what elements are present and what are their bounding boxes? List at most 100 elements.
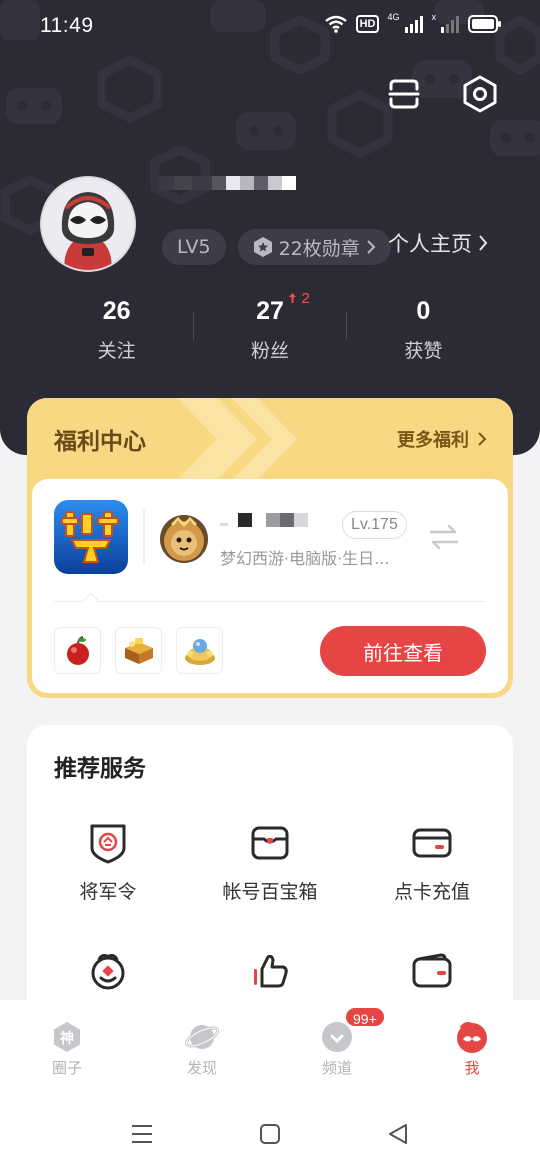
- stat-fans[interactable]: 27 2 粉丝: [193, 290, 346, 363]
- user-name-redacted: [158, 176, 296, 190]
- profile-header: 11:49 HD 4G x LV5 22枚勋章 个人主页 26 关注 27 2 …: [0, 0, 540, 455]
- user-avatar[interactable]: [40, 176, 136, 272]
- golden-treasure-icon: [184, 638, 215, 665]
- svg-text:神: 神: [60, 1030, 74, 1047]
- thumbs-up-icon: [254, 954, 288, 988]
- role-description: 梦幻西游·电脑版·生日...: [220, 549, 390, 568]
- game-role-panel: Lv.175 梦幻西游·电脑版·生日... 前往查看: [32, 479, 508, 693]
- service-thumbs-up[interactable]: [189, 949, 351, 993]
- service-treasure-box[interactable]: 帐号百宝箱: [189, 821, 351, 904]
- fans-count: 27: [256, 297, 284, 325]
- level-badge: LV5: [162, 229, 226, 265]
- settings-hexagon-icon: [463, 75, 497, 113]
- stat-following[interactable]: 26 关注: [40, 290, 193, 363]
- card-recharge-icon: [412, 828, 452, 858]
- tab-me[interactable]: 我: [432, 1020, 512, 1078]
- wifi-icon: [324, 15, 347, 33]
- service-wallet[interactable]: [351, 949, 513, 993]
- treasure-chest-icon: [124, 637, 153, 664]
- panel-divider: [54, 601, 486, 602]
- user-badges: LV5 22枚勋章: [162, 229, 391, 265]
- red-apple-icon: [66, 635, 89, 665]
- signal-weak-icon: [441, 16, 459, 33]
- system-navigation-bar: [0, 1100, 540, 1170]
- role-name-redacted: [220, 513, 308, 527]
- service-general-token[interactable]: 将军令: [27, 821, 189, 904]
- service-label: 将军令: [79, 881, 137, 903]
- service-label: 点卡充值: [393, 881, 470, 903]
- tab-discover[interactable]: 发现: [162, 1020, 242, 1078]
- service-card-recharge[interactable]: 点卡充值: [351, 821, 513, 904]
- bottom-tab-bar: 神 圈子 发现 频道 我: [0, 1000, 540, 1100]
- stat-likes[interactable]: 0 获赞: [347, 290, 500, 363]
- level-label: LV5: [177, 236, 211, 258]
- services-title: 推荐服务: [54, 756, 146, 782]
- chevron-right-icon: [367, 240, 376, 254]
- user-stats: 26 关注 27 2 粉丝 0 获赞: [40, 290, 500, 363]
- stat-divider: [193, 312, 194, 340]
- circle-icon: 神: [54, 1022, 80, 1052]
- game-divider: [143, 509, 145, 565]
- status-bar: 11:49 HD 4G x: [0, 0, 540, 54]
- sim2-status-label: x: [431, 12, 437, 22]
- stat-divider: [346, 312, 347, 340]
- chevron-right-icon: [479, 235, 488, 251]
- scan-icon: [388, 79, 420, 109]
- back-icon[interactable]: [386, 1122, 410, 1146]
- arrow-up-icon: [289, 293, 297, 303]
- likes-label: 获赞: [404, 340, 443, 362]
- dream-game-logo-icon: [54, 500, 128, 574]
- header-actions: [386, 74, 498, 114]
- lion-character-icon: [160, 515, 208, 563]
- medals-button[interactable]: 22枚勋章: [237, 229, 391, 265]
- following-count: 26: [102, 297, 131, 325]
- following-label: 关注: [97, 340, 136, 362]
- masked-character-avatar: [42, 178, 134, 270]
- switch-role-button[interactable]: [428, 523, 460, 555]
- more-welfare-label: 更多福利: [397, 430, 469, 451]
- tab-label: 我: [464, 1059, 480, 1077]
- tab-label: 发现: [186, 1059, 217, 1077]
- channel-unread-badge: 99+: [344, 1006, 386, 1028]
- settings-button[interactable]: [462, 74, 498, 114]
- service-label: 帐号百宝箱: [222, 881, 318, 903]
- swap-arrows-icon: [429, 524, 459, 550]
- general-token-icon: [90, 824, 126, 864]
- home-icon[interactable]: [258, 1122, 282, 1146]
- treasure-box-icon: [251, 826, 289, 860]
- hd-voice-icon: HD: [355, 15, 380, 33]
- personal-homepage-link[interactable]: 个人主页: [388, 228, 488, 258]
- signal-icon: [404, 16, 423, 33]
- status-icons: HD 4G x: [324, 12, 502, 34]
- tab-label: 圈子: [51, 1059, 82, 1077]
- face-service-icon: [91, 954, 125, 990]
- reward-items: [54, 627, 223, 674]
- fans-increase-value: 2: [301, 290, 310, 307]
- welfare-title: 福利中心: [54, 429, 146, 455]
- medal-hexagon-icon: [253, 237, 272, 257]
- status-time: 11:49: [40, 14, 94, 37]
- scan-button[interactable]: [386, 74, 422, 114]
- reward-item[interactable]: [115, 627, 162, 674]
- battery-icon: [468, 15, 501, 33]
- fans-increase: 2: [288, 290, 310, 307]
- medals-label: 22枚勋章: [278, 237, 360, 260]
- menu-icon[interactable]: [130, 1122, 154, 1146]
- network-type-label: 4G: [387, 12, 400, 22]
- tab-label: 频道: [321, 1059, 352, 1077]
- go-view-button[interactable]: 前往查看: [320, 626, 486, 676]
- more-welfare-link[interactable]: 更多福利: [397, 426, 487, 452]
- welfare-center-card: 福利中心 更多福利 Lv.175 梦幻西游·电脑版·生日... 前往查看: [27, 398, 513, 698]
- wallet-icon: [412, 953, 452, 988]
- role-level-badge: Lv.175: [342, 511, 407, 539]
- reward-item[interactable]: [54, 627, 101, 674]
- panel-divider-pointer: [82, 592, 100, 610]
- role-avatar[interactable]: [160, 515, 208, 563]
- homepage-label: 个人主页: [388, 232, 472, 256]
- reward-item[interactable]: [176, 627, 223, 674]
- game-app-icon[interactable]: [54, 500, 128, 574]
- me-mask-icon: [457, 1022, 487, 1053]
- planet-icon: [184, 1025, 220, 1049]
- service-face[interactable]: [27, 949, 189, 993]
- tab-circle[interactable]: 神 圈子: [27, 1020, 107, 1078]
